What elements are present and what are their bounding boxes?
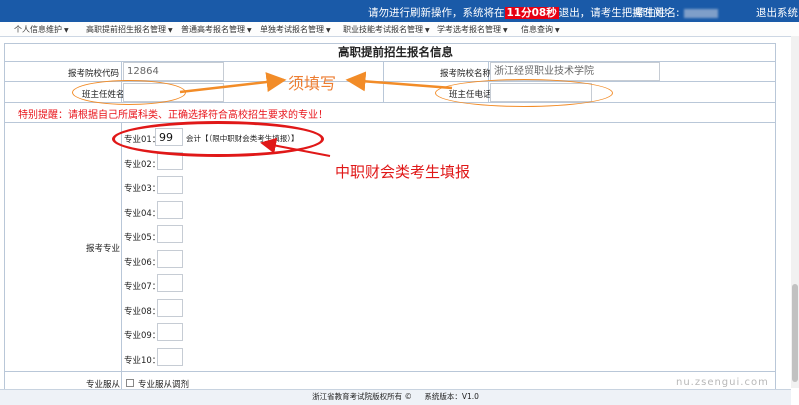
caret-down-icon: ▼ xyxy=(425,27,430,34)
form-border-right xyxy=(775,43,776,389)
major-08-input[interactable] xyxy=(157,299,183,317)
major-09-input[interactable] xyxy=(157,323,183,341)
caret-down-icon: ▼ xyxy=(247,27,252,34)
caret-down-icon: ▼ xyxy=(64,27,69,34)
footer-copyright: 浙江省教育考试院版权所有 © xyxy=(312,392,412,401)
scrollbar-thumb[interactable] xyxy=(792,284,798,382)
row-divider-4 xyxy=(4,371,776,372)
school-name-label: 报考院校名称 xyxy=(440,69,492,79)
major-06-label: 专业06： xyxy=(124,258,161,268)
menu-bar: 个人信息维护 ▼ 高职提前招生报名管理 ▼ 普通高考报名管理 ▼ 单独考试报名管理 ▼ … xyxy=(0,22,799,37)
major-10-input[interactable] xyxy=(157,348,183,366)
special-reminder: 特别提醒：请根据自己所属科类、正确选择符合高校招生要求的专业！ xyxy=(18,110,328,121)
annotation-ellipse-major-01 xyxy=(112,121,324,157)
major-06-input[interactable] xyxy=(157,250,183,268)
title-divider xyxy=(4,61,776,62)
vertical-scrollbar[interactable] xyxy=(791,36,799,388)
refresh-notice: 请勿进行刷新操作，系统将在 11分08秒 退出，请考生把握时间! xyxy=(368,5,668,20)
major-section-label: 报考专业 xyxy=(86,244,121,254)
annotation-must-fill: 须填写 xyxy=(288,74,337,93)
annotation-vocational-finance: 中职财会类考生填报 xyxy=(335,163,471,181)
annotation-ellipse-teacher-phone xyxy=(435,79,613,107)
caret-down-icon: ▼ xyxy=(555,27,560,34)
major-05-label: 专业05： xyxy=(124,233,161,243)
major-05-input[interactable] xyxy=(157,225,183,243)
major-09-label: 专业09： xyxy=(124,331,161,341)
major-03-label: 专业03： xyxy=(124,184,161,194)
major-07-input[interactable] xyxy=(157,274,183,292)
menu-personal-info[interactable]: 个人信息维护 ▼ xyxy=(14,24,69,35)
row-divider-3 xyxy=(4,122,776,123)
major-10-label: 专业10： xyxy=(124,356,161,366)
menu-vocational-skills[interactable]: 职业技能考试报名管理 ▼ xyxy=(343,24,430,35)
logout-button[interactable]: 退出系统 xyxy=(756,5,798,20)
form-title: 高职提前招生报名信息 xyxy=(338,45,453,59)
menu-early-admission[interactable]: 高职提前招生报名管理 ▼ xyxy=(86,24,173,35)
notice-prefix: 请勿进行刷新操作，系统将在 xyxy=(368,7,505,19)
major-02-label: 专业02： xyxy=(124,160,161,170)
school-code-label: 报考院校代码 xyxy=(68,69,120,79)
examinee-label: 考生姓名: xyxy=(634,7,680,19)
adjust-checkbox[interactable] xyxy=(126,379,134,387)
menu-info-query[interactable]: 信息查询 ▼ xyxy=(521,24,560,35)
major-03-input[interactable] xyxy=(157,176,183,194)
examinee-info: 考生姓名: xyxy=(634,5,718,20)
examinee-name-redacted xyxy=(683,8,718,18)
footer: 浙江省教育考试院版权所有 © 系统版本：V1.0 xyxy=(0,389,791,405)
caret-down-icon: ▼ xyxy=(503,27,508,34)
major-04-input[interactable] xyxy=(157,201,183,219)
annotation-ellipse-teacher-name xyxy=(72,80,186,105)
major-07-label: 专业07： xyxy=(124,282,161,292)
top-bar: 请勿进行刷新操作，系统将在 11分08秒 退出，请考生把握时间! 考生姓名: 退出系… xyxy=(0,0,799,22)
menu-independent-exam[interactable]: 单独考试报名管理 ▼ xyxy=(260,24,331,35)
menu-general-exam[interactable]: 普通高考报名管理 ▼ xyxy=(181,24,252,35)
form-border-left xyxy=(4,43,5,389)
menu-academic-exam[interactable]: 学考选考报名管理 ▼ xyxy=(437,24,508,35)
major-04-label: 专业04： xyxy=(124,209,161,219)
school-code-input[interactable]: 12864 xyxy=(123,62,224,81)
caret-down-icon: ▼ xyxy=(168,27,173,34)
middle-column-divider xyxy=(383,61,384,103)
caret-down-icon: ▼ xyxy=(326,27,331,34)
label-column-divider xyxy=(121,122,122,389)
major-08-label: 专业08： xyxy=(124,307,161,317)
countdown-timer: 11分08秒 xyxy=(504,7,559,19)
watermark: nu.zsengui.com xyxy=(676,377,769,388)
footer-version: 系统版本：V1.0 xyxy=(424,392,479,401)
